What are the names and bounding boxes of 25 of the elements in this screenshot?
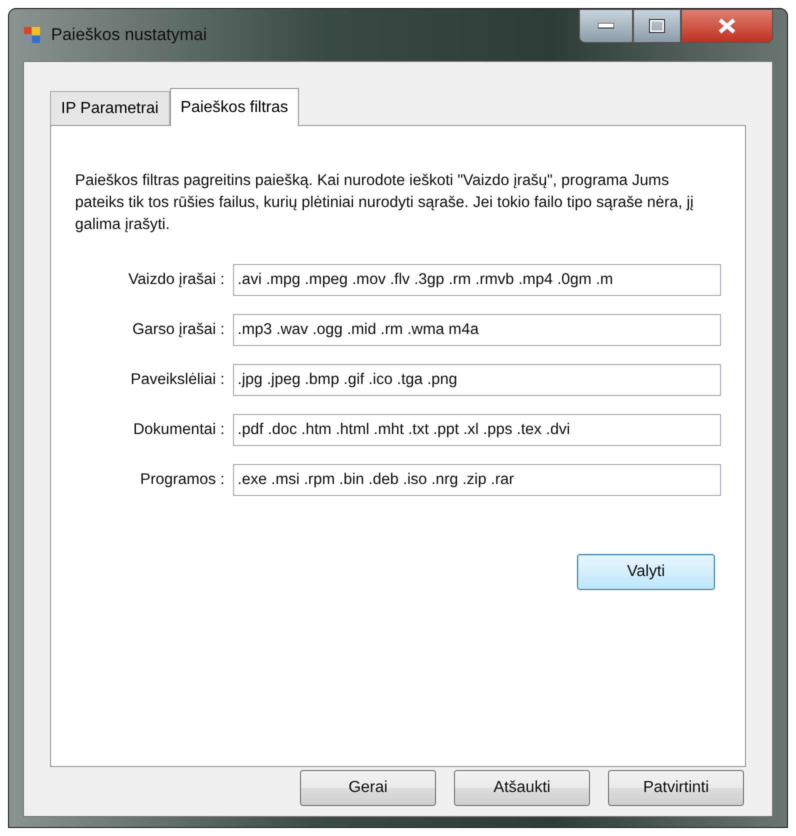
minimize-icon [598,23,614,29]
clear-button[interactable]: Valyti [577,554,715,590]
dialog-button[interactable]: Gerai [300,770,436,806]
input-field[interactable]: .avi .mpg .mpeg .mov .flv .3gp .rm .rmvb .mp4 .0gm .m [232,264,721,296]
window-title: Paieškos nustatymai [51,24,207,46]
maximize-button[interactable] [633,9,681,43]
app-icon [23,26,41,44]
field-label: Vaizdo įrašai : [128,270,225,290]
maximize-icon [649,19,665,33]
minimize-button[interactable] [579,9,633,43]
dialog-button[interactable]: Atšaukti [454,770,590,806]
input-field[interactable]: .jpg .jpeg .bmp .gif .ico .tga .png [232,364,721,396]
input-field[interactable]: .mp3 .wav .ogg .mid .rm .wma m4a [232,314,721,346]
close-icon [718,18,736,34]
tab[interactable]: Paieškos filtras [170,88,300,126]
field-label: Garso įrašai : [132,320,225,340]
field-label: Dokumentai : [133,420,225,440]
field-label: Paveikslėliai : [130,370,225,390]
field-label: Programos : [140,470,225,490]
tab[interactable]: IP Parametrai [50,91,170,125]
input-field[interactable]: .pdf .doc .htm .html .mht .txt .ppt .xl .pps .tex .dvi [232,414,721,446]
close-button[interactable] [681,9,773,43]
input-field[interactable]: .exe .msi .rpm .bin .deb .iso .nrg .zip .rar [232,464,721,496]
description-text: Paieškos filtras pagreitins paiešką. Kai nurodote ieškoti "Vaizdo įrašų", programa Jums pateiks tik tos rūšies failus, kurių plėtiniai nurodyti sąraše. Jei tokio failo tipo sąraše nėra, jį galima įrašyti. [75,171,695,235]
dialog-button[interactable]: Patvirtinti [608,770,744,806]
